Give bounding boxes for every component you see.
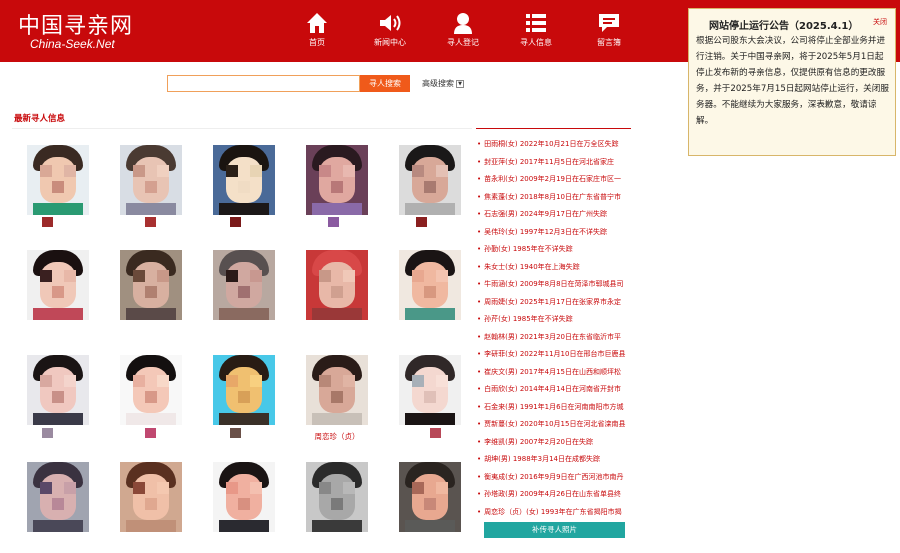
photo-tag (230, 217, 241, 227)
chevron-down-icon: ▼ (456, 79, 464, 88)
missing-person-photo[interactable] (306, 145, 368, 215)
photo-tag (230, 428, 241, 438)
photo-tag (145, 217, 156, 227)
missing-person-photo[interactable] (213, 462, 275, 532)
section-title: 最新寻人信息 (14, 114, 66, 124)
photo-caption[interactable]: 周恋珍（贞） (306, 431, 368, 442)
list-item[interactable]: • 周恋珍（贞）(女) 1993年在广东省揭阳市揭 (477, 507, 629, 517)
advanced-search-link[interactable]: 高级搜索 ▼ (422, 78, 464, 89)
photo-tag (145, 428, 156, 438)
nav-register[interactable]: 寻人登记 (433, 12, 493, 48)
missing-person-photo[interactable] (306, 250, 368, 320)
missing-person-photo[interactable] (399, 462, 461, 532)
search-button[interactable]: 寻人搜索 (360, 75, 410, 92)
missing-person-photo[interactable] (27, 355, 89, 425)
photo-tag (416, 217, 427, 227)
close-button[interactable]: 关闭 (873, 17, 887, 27)
missing-person-photo[interactable] (120, 145, 182, 215)
upload-photo-button[interactable]: 补传寻人照片 (484, 522, 625, 538)
photo-tag (430, 428, 441, 438)
list-item[interactable]: • 周雨婕(女) 2025年1月17日在张家界市永定 (477, 297, 629, 307)
divider (12, 128, 472, 129)
photo-tag (328, 217, 339, 227)
list-item[interactable]: • 苗永利(女) 2009年2月19日在石家庄市区一 (477, 174, 629, 184)
nav-register-label: 寻人登记 (447, 38, 479, 47)
list-item[interactable]: • 崔庆文(男) 2017年4月15日在山西和顺坪松 (477, 367, 629, 377)
announcement-title: 网站停止运行公告（2025.4.1） (709, 21, 859, 32)
nav-news[interactable]: 新闻中心 (360, 12, 420, 48)
list-item[interactable]: • 石金来(男) 1991年1月6日在河南南阳市方城 (477, 402, 629, 412)
missing-person-photo[interactable] (306, 462, 368, 532)
missing-person-photo[interactable] (120, 355, 182, 425)
list-item[interactable]: • 田雨桐(女) 2022年10月21日在万全区失踪 (477, 139, 629, 149)
message-icon (599, 14, 619, 32)
list-item[interactable]: • 吴伟玲(女) 1997年12月3日在不详失踪 (477, 227, 629, 237)
search-input[interactable] (167, 75, 360, 92)
missing-person-photo[interactable] (213, 355, 275, 425)
missing-person-photo[interactable] (213, 250, 275, 320)
nav-guestbook-label: 留言簿 (597, 38, 621, 47)
announcement-body: 根据公司股东大会决议，公司将停止全部业务并进行注销。关于中国寻亲网，将于2025… (696, 36, 889, 126)
list-item[interactable]: • 孙塔政(男) 2009年4月26日在山东省单县终 (477, 489, 629, 499)
nav-home[interactable]: 首页 (287, 12, 347, 48)
list-item[interactable]: • 牛雨涵(女) 2009年8月8日在菏泽市郓城县司 (477, 279, 629, 289)
list-item[interactable]: • 孙芹(女) 1985年在不详失踪 (477, 314, 629, 324)
advanced-search-label: 高级搜索 (422, 79, 454, 88)
photo-tag (42, 217, 53, 227)
site-logo[interactable]: 中国寻亲网 (18, 8, 133, 40)
list-item[interactable]: • 白雨欣(女) 2014年4月14日在河南省开封市 (477, 384, 629, 394)
missing-person-photo[interactable] (399, 145, 461, 215)
photo-tag (42, 428, 53, 438)
nav-home-label: 首页 (309, 38, 325, 47)
missing-person-photo[interactable] (120, 250, 182, 320)
list-item[interactable]: • 胡坤(男) 1988年3月14日在成都失踪 (477, 454, 629, 464)
missing-person-photo[interactable] (399, 355, 461, 425)
missing-person-photo[interactable] (306, 355, 368, 425)
list-item[interactable]: • 衡夷成(女) 2016年9月9日在广西河池市南丹 (477, 472, 629, 482)
nav-info-label: 寻人信息 (520, 38, 552, 47)
missing-person-photo[interactable] (27, 462, 89, 532)
list-icon (526, 14, 546, 32)
missing-person-photo[interactable] (27, 145, 89, 215)
nav-news-label: 新闻中心 (374, 38, 406, 47)
divider (476, 128, 631, 129)
nav-info[interactable]: 寻人信息 (506, 12, 566, 48)
list-item[interactable]: • 封亚萍(女) 2017年11月5日在河北省家庄 (477, 157, 629, 167)
list-item[interactable]: • 贾新蔓(女) 2020年10月15日在河北省滦南县 (477, 419, 629, 429)
list-item[interactable]: • 孙勤(女) 1985年在不详失踪 (477, 244, 629, 254)
person-icon (454, 13, 472, 34)
list-item[interactable]: • 李维凯(男) 2007年2月20日在失踪 (477, 437, 629, 447)
site-logo-en: China-Seek.Net (30, 37, 115, 51)
missing-person-photo[interactable] (399, 250, 461, 320)
list-item[interactable]: • 石志强(男) 2024年9月17日在广州失踪 (477, 209, 629, 219)
list-item[interactable]: • 李研菲(女) 2022年11月10日在邢台市巨鹿县 (477, 349, 629, 359)
list-item[interactable]: • 赵翰林(男) 2021年3月20日在东省临沂市平 (477, 332, 629, 342)
missing-person-photo[interactable] (213, 145, 275, 215)
home-icon (307, 13, 327, 33)
speaker-icon (380, 15, 401, 31)
missing-person-photo[interactable] (27, 250, 89, 320)
list-item[interactable]: • 朱女士(女) 1940年在上海失踪 (477, 262, 629, 272)
announcement-popup: 网站停止运行公告（2025.4.1） 关闭 根据公司股东大会决议，公司将停止全部… (688, 8, 896, 156)
list-item[interactable]: • 焦素蓬(女) 2018年8月10日在广东省普宁市 (477, 192, 629, 202)
nav-guestbook[interactable]: 留言簿 (579, 12, 639, 48)
missing-person-photo[interactable] (120, 462, 182, 532)
